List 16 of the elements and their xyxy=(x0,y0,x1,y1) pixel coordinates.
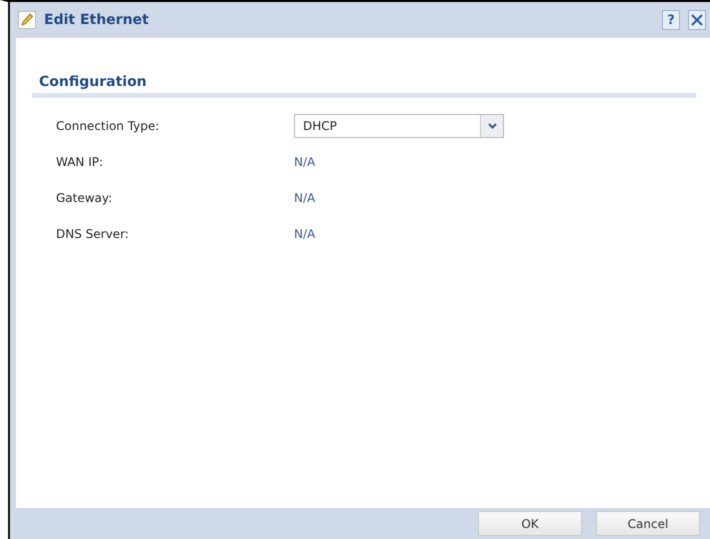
window-title: Edit Ethernet xyxy=(44,12,150,28)
field-value: N/A xyxy=(294,191,316,205)
field-label: DNS Server: xyxy=(56,227,130,241)
field-value: N/A xyxy=(294,155,316,169)
field-label: WAN IP: xyxy=(56,155,104,169)
close-button[interactable] xyxy=(688,10,706,30)
connection-type-select[interactable]: DHCP xyxy=(294,114,504,138)
caret-icon xyxy=(488,123,496,129)
field-label: Gateway: xyxy=(56,191,114,205)
field-label: Connection Type: xyxy=(56,119,160,133)
ok-button[interactable]: OK xyxy=(478,511,582,536)
help-button[interactable]: ? xyxy=(662,10,680,30)
pencil-icon xyxy=(18,11,36,29)
section-title: Configuration xyxy=(32,74,696,98)
cancel-button[interactable]: Cancel xyxy=(596,511,700,536)
field-value: N/A xyxy=(294,227,316,241)
